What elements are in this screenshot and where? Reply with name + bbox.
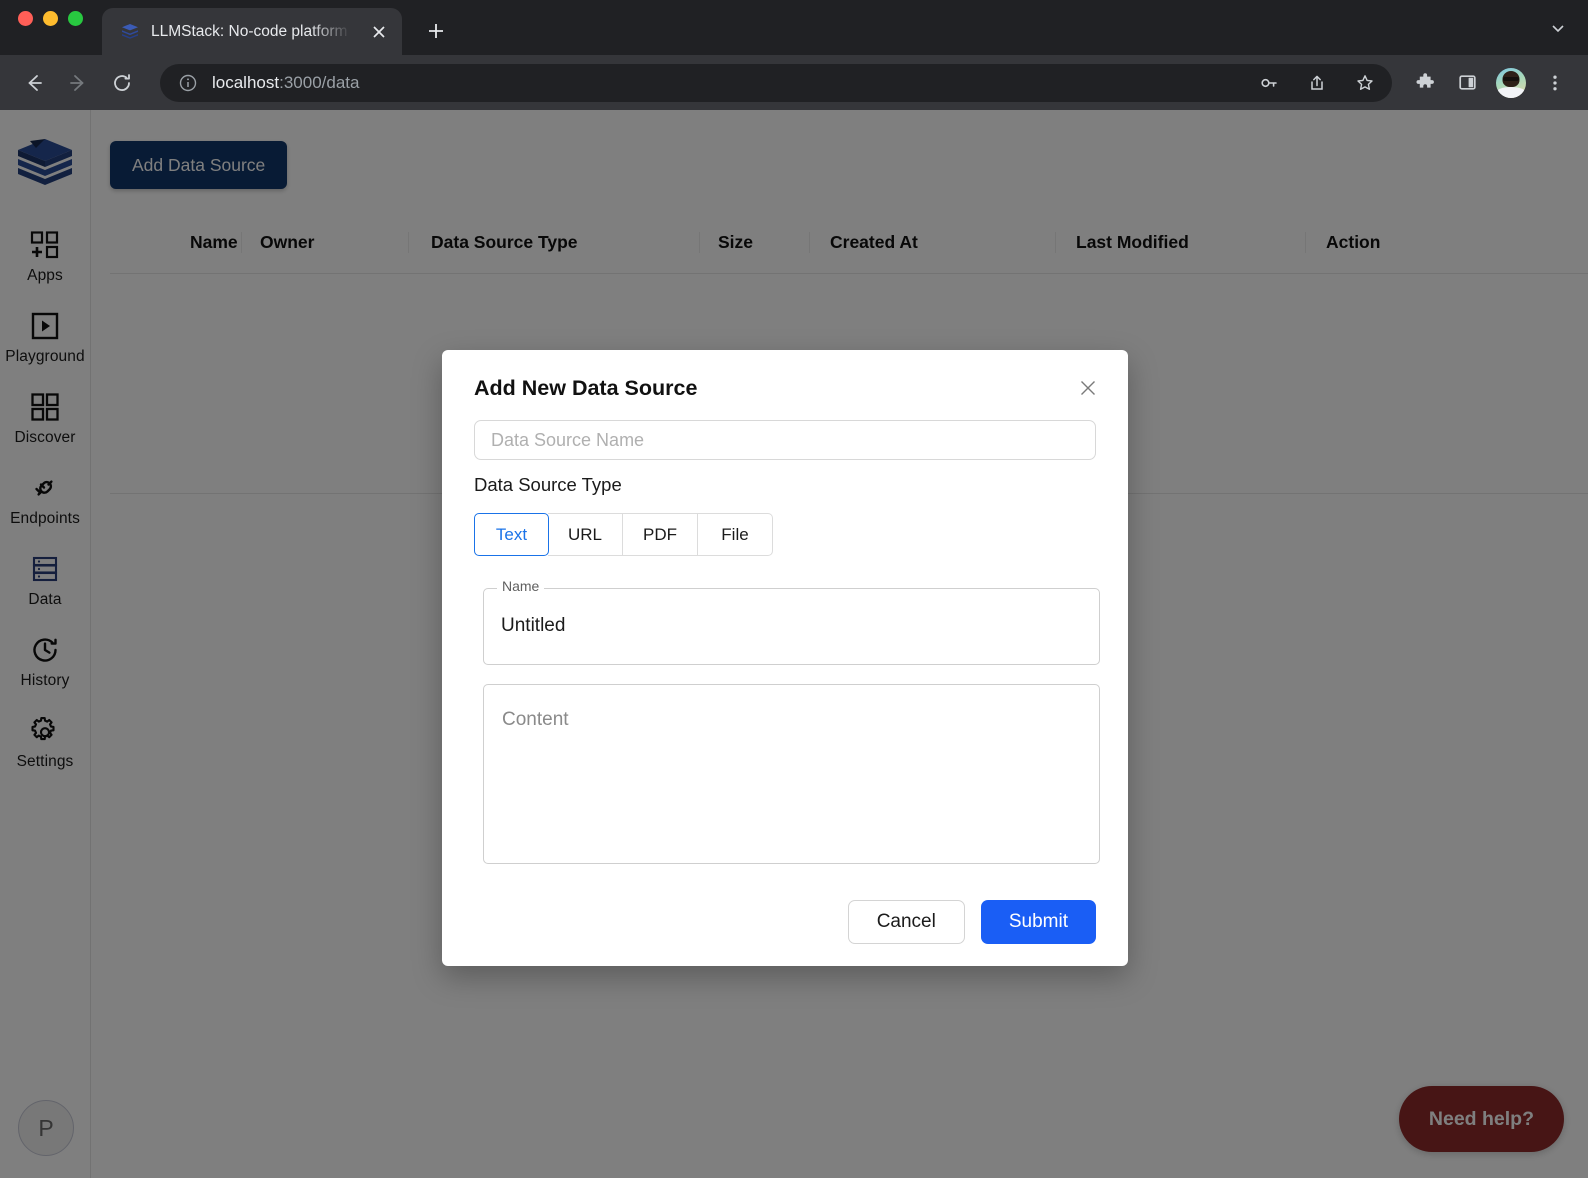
profile-avatar[interactable]	[1496, 67, 1526, 98]
type-option-url[interactable]: URL	[548, 513, 623, 556]
puzzle-piece-icon[interactable]	[1406, 64, 1444, 102]
reload-icon[interactable]	[102, 63, 142, 103]
close-icon[interactable]	[1072, 372, 1104, 404]
name-field-value[interactable]: Untitled	[501, 615, 565, 637]
submit-button[interactable]: Submit	[980, 900, 1096, 944]
web-page: Apps Playground Discover	[0, 110, 1588, 1178]
close-icon[interactable]	[366, 19, 392, 45]
dialog-actions: Cancel Submit	[847, 900, 1096, 944]
type-option-file[interactable]: File	[698, 513, 773, 556]
name-field-legend: Name	[497, 579, 545, 593]
arrow-left-icon[interactable]	[14, 63, 54, 103]
new-tab-button[interactable]	[416, 11, 456, 51]
arrow-right-icon	[58, 63, 98, 103]
dialog-title: Add New Data Source	[474, 376, 698, 400]
data-source-type-label: Data Source Type	[474, 474, 622, 495]
close-window-button[interactable]	[18, 11, 33, 26]
add-data-source-dialog: Add New Data Source Data Source Type Tex…	[442, 350, 1128, 966]
data-source-name-input[interactable]	[474, 420, 1096, 460]
tab-strip: LLMStack: No-code platform to	[0, 0, 1588, 55]
browser-window: LLMStack: No-code platform to localhost:…	[0, 0, 1588, 1178]
type-option-pdf[interactable]: PDF	[623, 513, 698, 556]
zoom-window-button[interactable]	[68, 11, 83, 26]
tab-title: LLMStack: No-code platform to	[151, 22, 355, 40]
browser-toolbar: localhost:3000/data	[0, 55, 1588, 110]
three-dots-vertical-icon[interactable]	[1536, 64, 1574, 102]
url-host: localhost	[212, 72, 280, 92]
content-placeholder: Content	[502, 709, 569, 730]
url-text: localhost:3000/data	[212, 73, 1238, 93]
browser-tab[interactable]: LLMStack: No-code platform to	[102, 8, 402, 55]
star-icon[interactable]	[1348, 66, 1382, 100]
key-icon[interactable]	[1252, 66, 1286, 100]
type-option-text[interactable]: Text	[474, 513, 549, 556]
minimize-window-button[interactable]	[43, 11, 58, 26]
share-icon[interactable]	[1300, 66, 1334, 100]
window-traffic-lights	[18, 0, 83, 55]
name-field[interactable]: Name Untitled	[483, 579, 1100, 665]
chevron-down-icon[interactable]	[1544, 14, 1572, 42]
url-path: :3000/data	[279, 72, 360, 92]
cancel-button[interactable]: Cancel	[847, 900, 965, 944]
side-panel-icon[interactable]	[1448, 64, 1486, 102]
name-field-outline	[483, 588, 1100, 665]
content-textarea[interactable]: Content	[483, 684, 1100, 864]
data-source-type-toggle-group: Text URL PDF File	[474, 513, 773, 556]
stack-layers-icon	[120, 22, 140, 42]
info-circle-icon[interactable]	[178, 73, 198, 93]
address-bar[interactable]: localhost:3000/data	[160, 63, 1392, 102]
